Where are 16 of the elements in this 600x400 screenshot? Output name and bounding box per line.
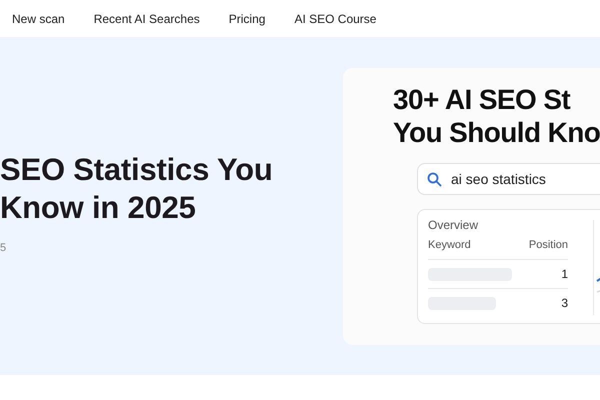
preview-heading: 30+ AI SEO St [393,83,572,116]
nav-link[interactable]: New scan [12,12,65,26]
page-title: SEO Statistics You [0,151,274,189]
article-meta: 5 [0,242,8,254]
preview-heading: You Should Kno [393,116,600,149]
search-icon [427,172,442,186]
column-header: Position [528,239,568,251]
nav-link[interactable]: AI SEO Course [294,12,376,26]
position-value: 3 [561,296,568,310]
column-header: Keyword [428,239,471,251]
nav-link[interactable]: Recent AI Searches [94,12,200,26]
position-value: 1 [561,267,568,281]
search-text: ai seo statistics [451,171,546,187]
overview-title: Overview [428,218,480,232]
nav-link[interactable]: Pricing [228,12,266,26]
page-title: Know in 2025 [0,189,197,227]
